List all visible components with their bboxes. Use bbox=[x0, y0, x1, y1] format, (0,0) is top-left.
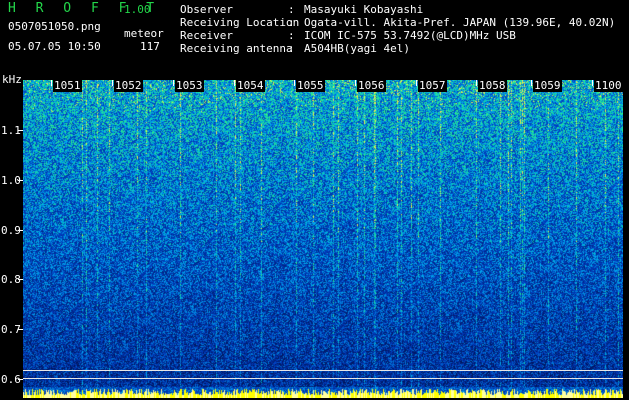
x-tick-mark bbox=[51, 80, 52, 86]
x-tick-mark bbox=[531, 80, 532, 86]
info-value: Masayuki Kobayashi bbox=[304, 3, 424, 16]
x-tick-mark bbox=[294, 80, 295, 86]
info-separator: : bbox=[288, 3, 295, 16]
info-value: A504HB(yagi 4el) bbox=[304, 42, 410, 55]
x-tick-mark bbox=[592, 80, 593, 86]
info-separator: : bbox=[288, 29, 295, 42]
spectrogram-canvas bbox=[23, 80, 623, 398]
x-tick-label: 1057 bbox=[418, 79, 447, 92]
y-tick-mark bbox=[18, 180, 23, 181]
info-key: Receiver bbox=[180, 29, 233, 42]
x-tick-mark bbox=[476, 80, 477, 86]
x-tick-label: 1055 bbox=[296, 79, 325, 92]
info-row-observer: Observer : Masayuki Kobayashi bbox=[180, 3, 615, 16]
info-row-receiver: Receiver : ICOM IC-575 53.7492(@LCD)MHz … bbox=[180, 29, 615, 42]
x-tick-mark bbox=[173, 80, 174, 86]
x-tick-label: 1051 bbox=[53, 79, 82, 92]
x-tick-label: 1056 bbox=[357, 79, 386, 92]
spectrogram bbox=[23, 80, 623, 398]
y-tick-mark bbox=[18, 379, 23, 380]
info-row-location: Receiving Location : Ogata-vill. Akita-P… bbox=[180, 16, 615, 29]
x-tick-label: 1100 bbox=[594, 79, 623, 92]
y-tick-mark bbox=[18, 230, 23, 231]
x-tick-mark bbox=[355, 80, 356, 86]
y-tick-mark bbox=[18, 329, 23, 330]
detection-mode: meteor bbox=[124, 27, 164, 40]
marker-line-lower bbox=[23, 378, 623, 379]
x-tick-label: 1052 bbox=[114, 79, 143, 92]
x-tick-mark bbox=[416, 80, 417, 86]
hroft-window: H R O F F T 1.00 0507051050.png meteor 0… bbox=[0, 0, 629, 400]
x-tick-label: 1053 bbox=[175, 79, 204, 92]
app-version: 1.00 bbox=[124, 3, 151, 16]
station-info: Observer : Masayuki Kobayashi Receiving … bbox=[180, 3, 615, 55]
info-row-antenna: Receiving antenna : A504HB(yagi 4el) bbox=[180, 42, 615, 55]
capture-datetime: 05.07.05 10:50 bbox=[8, 40, 101, 53]
file-name: 0507051050.png bbox=[8, 20, 101, 33]
x-tick-label: 1054 bbox=[236, 79, 265, 92]
x-tick-label: 1058 bbox=[478, 79, 507, 92]
y-tick-mark bbox=[18, 279, 23, 280]
x-tick-mark bbox=[112, 80, 113, 86]
info-separator: : bbox=[288, 42, 295, 55]
frequency-unit: kHz bbox=[2, 73, 22, 86]
info-value: ICOM IC-575 53.7492(@LCD)MHz USB bbox=[304, 29, 516, 42]
y-tick-mark bbox=[18, 130, 23, 131]
marker-line-upper bbox=[23, 370, 623, 371]
info-value: Ogata-vill. Akita-Pref. JAPAN (139.96E, … bbox=[304, 16, 616, 29]
info-key: Observer bbox=[180, 3, 233, 16]
meteor-count: 117 bbox=[140, 40, 160, 53]
info-key: Receiving antenna bbox=[180, 42, 293, 55]
info-key: Receiving Location bbox=[180, 16, 300, 29]
x-tick-mark bbox=[234, 80, 235, 86]
x-tick-label: 1059 bbox=[533, 79, 562, 92]
info-separator: : bbox=[288, 16, 295, 29]
